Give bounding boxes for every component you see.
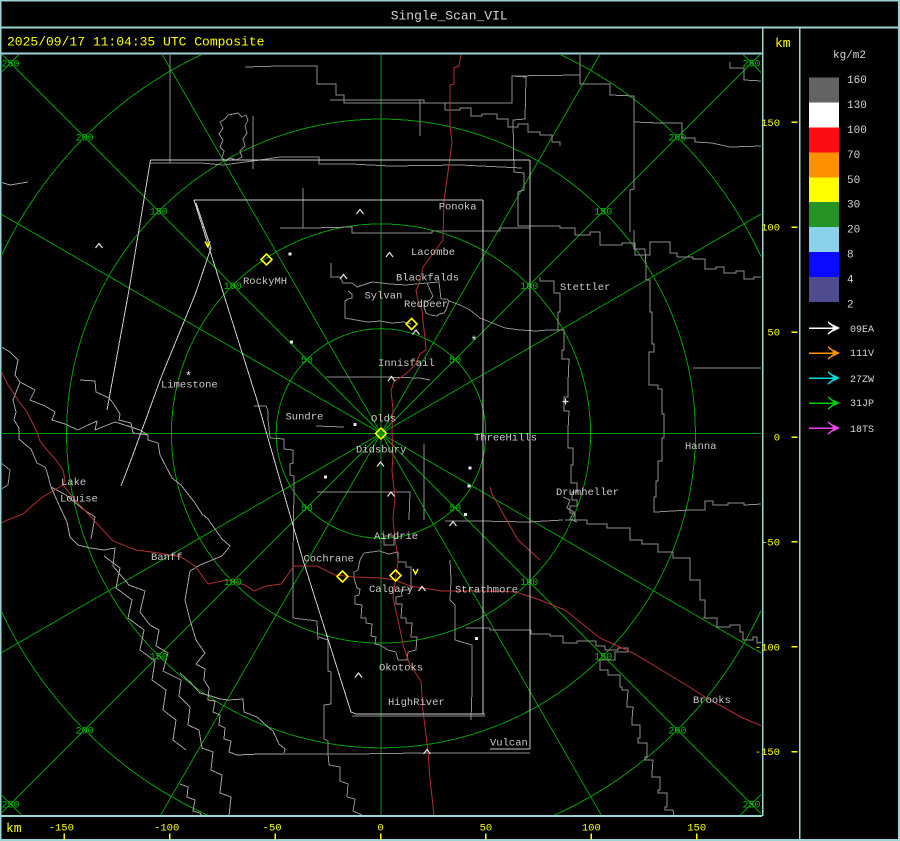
svg-text:150: 150 bbox=[594, 208, 612, 219]
svg-text:100: 100 bbox=[224, 578, 242, 589]
svg-text:Airdrie: Airdrie bbox=[374, 531, 418, 543]
svg-text:100: 100 bbox=[224, 282, 242, 293]
svg-text:km: km bbox=[775, 36, 791, 51]
svg-text:31JP: 31JP bbox=[850, 399, 874, 410]
svg-text:Olds: Olds bbox=[371, 414, 396, 426]
svg-text:150: 150 bbox=[150, 208, 168, 219]
svg-text:Cochrane: Cochrane bbox=[304, 554, 354, 566]
svg-text:30: 30 bbox=[847, 200, 860, 212]
svg-text:Single_Scan_VIL: Single_Scan_VIL bbox=[391, 9, 508, 24]
svg-text:HighRiver: HighRiver bbox=[388, 697, 445, 709]
svg-text:kg/m2: kg/m2 bbox=[833, 50, 866, 62]
svg-text:250: 250 bbox=[742, 60, 760, 71]
svg-text:Vulcan: Vulcan bbox=[490, 738, 528, 750]
svg-text:-50: -50 bbox=[263, 823, 282, 835]
svg-text:200: 200 bbox=[76, 726, 94, 737]
svg-text:-150: -150 bbox=[755, 747, 780, 759]
svg-text:160: 160 bbox=[847, 75, 867, 87]
svg-text:200: 200 bbox=[76, 134, 94, 145]
svg-text:-100: -100 bbox=[154, 823, 179, 835]
svg-text:Stettler: Stettler bbox=[560, 282, 610, 294]
svg-text:130: 130 bbox=[847, 100, 867, 112]
svg-text:111V: 111V bbox=[850, 349, 874, 360]
svg-text:100: 100 bbox=[520, 282, 538, 293]
svg-text:-150: -150 bbox=[49, 823, 74, 835]
svg-text:Sundre: Sundre bbox=[286, 412, 324, 424]
svg-text:Sylvan: Sylvan bbox=[365, 291, 403, 303]
svg-text:Drumheller: Drumheller bbox=[556, 487, 619, 499]
svg-text:Strathmore: Strathmore bbox=[455, 585, 518, 597]
svg-text:100: 100 bbox=[582, 823, 601, 835]
svg-text:150: 150 bbox=[594, 652, 612, 663]
svg-text:2025/09/17 11:04:35 UTC Compos: 2025/09/17 11:04:35 UTC Composite bbox=[7, 35, 264, 50]
svg-text:8: 8 bbox=[847, 250, 854, 262]
svg-text:50: 50 bbox=[301, 504, 313, 515]
svg-text:250: 250 bbox=[1, 60, 19, 71]
svg-text:RedDeer: RedDeer bbox=[404, 299, 448, 311]
svg-text:50: 50 bbox=[767, 328, 780, 340]
svg-text:70: 70 bbox=[847, 150, 860, 162]
svg-text:ThreeHills: ThreeHills bbox=[474, 433, 537, 445]
svg-text:2: 2 bbox=[847, 299, 854, 311]
svg-text:250: 250 bbox=[1, 801, 19, 812]
svg-text:200: 200 bbox=[668, 726, 686, 737]
svg-text:Lake: Lake bbox=[61, 477, 86, 489]
svg-text:250: 250 bbox=[742, 801, 760, 812]
svg-text:RockyMH: RockyMH bbox=[243, 276, 287, 288]
svg-text:Hanna: Hanna bbox=[685, 441, 717, 453]
svg-text:4: 4 bbox=[847, 274, 854, 286]
svg-text:Louise: Louise bbox=[60, 494, 98, 506]
svg-text:50: 50 bbox=[449, 504, 461, 515]
svg-text:18TS: 18TS bbox=[850, 425, 874, 436]
svg-text:Didsbury: Didsbury bbox=[356, 445, 406, 457]
svg-text:-100: -100 bbox=[755, 642, 780, 654]
svg-text:Calgary: Calgary bbox=[369, 584, 413, 596]
svg-text:Innisfail: Innisfail bbox=[378, 358, 435, 370]
svg-text:27ZW: 27ZW bbox=[850, 375, 874, 386]
svg-text:100: 100 bbox=[520, 578, 538, 589]
svg-text:200: 200 bbox=[668, 134, 686, 145]
svg-text:-50: -50 bbox=[761, 537, 780, 549]
svg-text:Limestone: Limestone bbox=[161, 380, 218, 392]
svg-text:100: 100 bbox=[847, 125, 867, 137]
svg-text:150: 150 bbox=[687, 823, 706, 835]
svg-text:50: 50 bbox=[480, 823, 493, 835]
svg-text:20: 20 bbox=[847, 225, 860, 237]
svg-text:50: 50 bbox=[301, 356, 313, 367]
svg-text:150: 150 bbox=[150, 652, 168, 663]
svg-text:0: 0 bbox=[377, 823, 383, 835]
svg-text:09EA: 09EA bbox=[850, 325, 874, 336]
svg-text:0: 0 bbox=[774, 433, 780, 445]
svg-text:Banff: Banff bbox=[151, 552, 183, 564]
svg-text:Lacombe: Lacombe bbox=[411, 247, 455, 259]
svg-text:150: 150 bbox=[761, 118, 780, 130]
svg-text:100: 100 bbox=[761, 223, 780, 235]
svg-text:km: km bbox=[6, 821, 22, 836]
svg-text:Ponoka: Ponoka bbox=[439, 202, 477, 214]
svg-text:Blackfalds: Blackfalds bbox=[396, 273, 459, 285]
svg-text:Brooks: Brooks bbox=[693, 695, 731, 707]
svg-text:Okotoks: Okotoks bbox=[379, 663, 423, 675]
svg-text:50: 50 bbox=[847, 175, 860, 187]
svg-text:*: * bbox=[470, 335, 477, 349]
svg-text:50: 50 bbox=[449, 356, 461, 367]
